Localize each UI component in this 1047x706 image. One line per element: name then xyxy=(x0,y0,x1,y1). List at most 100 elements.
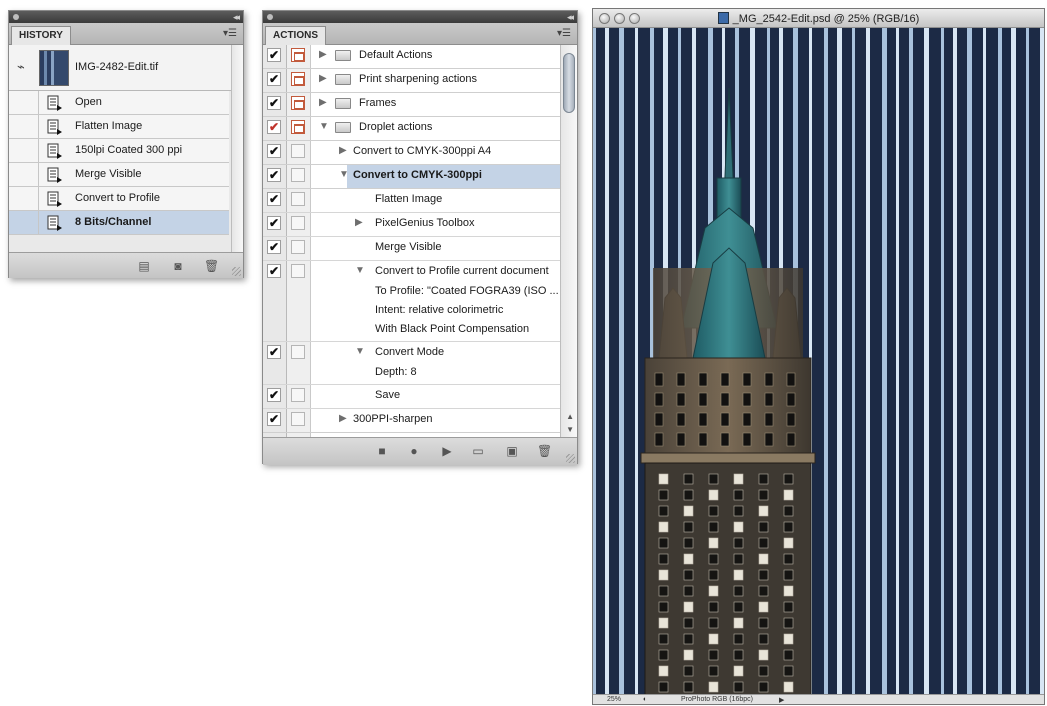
history-step[interactable]: Flatten Image xyxy=(9,115,229,139)
toggle-item-checkbox[interactable]: ✔ xyxy=(267,144,281,158)
action-item[interactable]: ✔ ▶ Convert to CMYK-300ppi A4 xyxy=(263,141,560,165)
toggle-dialog-checkbox[interactable] xyxy=(291,412,305,426)
toggle-item-checkbox[interactable]: ✔ xyxy=(267,72,281,86)
status-arrow-icon[interactable]: ▶ xyxy=(779,696,784,704)
disclosure-closed-icon[interactable]: ▶ xyxy=(319,97,327,108)
history-brush-source-toggle[interactable] xyxy=(13,187,39,210)
new-set-icon[interactable]: ▭ xyxy=(471,444,485,458)
disclosure-closed-icon[interactable]: ▶ xyxy=(355,217,363,228)
toggle-dialog-checkbox[interactable] xyxy=(291,216,305,230)
disclosure-closed-icon[interactable]: ▶ xyxy=(319,49,327,60)
toggle-dialog-checkbox[interactable] xyxy=(291,388,305,402)
actions-panel-titlebar[interactable]: ◂◂ xyxy=(263,11,577,23)
collapse-icon[interactable]: ◂◂ xyxy=(233,11,240,23)
action-set[interactable]: ✔ ▶ Default Actions xyxy=(263,45,560,69)
panel-menu-icon[interactable]: ▾☰ xyxy=(223,28,237,39)
toggle-dialog-checkbox[interactable] xyxy=(291,264,305,278)
image-canvas[interactable] xyxy=(593,28,1044,695)
action-command[interactable]: ✔ ▼ Convert to Profile current document To … xyxy=(263,261,560,342)
action-command[interactable]: ✔ Merge Visible xyxy=(263,237,560,261)
toggle-dialog-checkbox[interactable] xyxy=(291,72,305,86)
history-snapshot[interactable]: ⌁ IMG-2482-Edit.tif xyxy=(9,45,243,91)
scrollbar-thumb[interactable] xyxy=(563,53,575,113)
new-action-icon[interactable]: ▣ xyxy=(505,444,519,458)
trash-icon[interactable]: 🗑 xyxy=(204,259,219,273)
toggle-dialog-checkbox[interactable] xyxy=(291,168,305,182)
history-scrollbar[interactable] xyxy=(231,45,243,252)
zoom-level[interactable]: 25% xyxy=(607,696,621,703)
trash-icon[interactable]: 🗑 xyxy=(537,444,552,458)
toggle-dialog-checkbox[interactable] xyxy=(291,48,305,62)
tab-history[interactable]: HISTORY xyxy=(11,26,71,45)
action-set[interactable]: ✔ ▶ Print sharpening actions xyxy=(263,69,560,93)
toggle-dialog-checkbox[interactable] xyxy=(291,345,305,359)
scroll-down-arrow-icon[interactable]: ▼ xyxy=(566,425,574,434)
history-step[interactable]: 8 Bits/Channel xyxy=(9,211,229,235)
toggle-item-checkbox[interactable]: ✔ xyxy=(267,388,281,402)
history-brush-source-toggle[interactable] xyxy=(13,139,39,162)
history-brush-source-toggle[interactable] xyxy=(13,211,39,234)
toggle-item-checkbox[interactable]: ✔ xyxy=(267,264,281,278)
disclosure-closed-icon[interactable]: ▶ xyxy=(319,73,327,84)
history-brush-source-icon[interactable]: ⌁ xyxy=(17,59,33,75)
folder-icon xyxy=(335,50,351,61)
toggle-item-checkbox[interactable]: ✔ xyxy=(267,240,281,254)
action-item[interactable]: ✔ ▼ Convert to CMYK-300ppi xyxy=(263,165,560,189)
toggle-item-checkbox[interactable]: ✔ xyxy=(267,96,281,110)
history-brush-source-toggle[interactable] xyxy=(13,163,39,186)
action-detail: With Black Point Compensation xyxy=(375,323,530,335)
new-document-from-state-icon[interactable]: ▤ xyxy=(137,259,151,273)
history-step[interactable]: Merge Visible xyxy=(9,163,229,187)
toggle-item-checkbox[interactable]: ✔ xyxy=(267,216,281,230)
toggle-dialog-checkbox[interactable] xyxy=(291,192,305,206)
toggle-item-checkbox[interactable]: ✔ xyxy=(267,412,281,426)
history-brush-source-toggle[interactable] xyxy=(13,115,39,138)
scroll-up-arrow-icon[interactable]: ▲ xyxy=(566,412,574,421)
history-panel-titlebar[interactable]: ◂◂ xyxy=(9,11,243,23)
tower-window xyxy=(658,681,669,693)
status-menu-icon[interactable]: ◐ xyxy=(643,696,647,703)
disclosure-closed-icon[interactable]: ▶ xyxy=(339,145,347,156)
toggle-dialog-checkbox[interactable] xyxy=(291,144,305,158)
action-set[interactable]: ✔ ▶ Frames xyxy=(263,93,560,117)
tab-actions[interactable]: ACTIONS xyxy=(265,26,326,45)
history-step[interactable]: Open xyxy=(9,91,229,115)
actions-scrollbar[interactable]: ▲ ▼ xyxy=(560,45,577,437)
resize-grip[interactable] xyxy=(232,267,241,276)
toggle-dialog-checkbox[interactable] xyxy=(291,120,305,134)
toggle-item-checkbox[interactable]: ✔ xyxy=(267,192,281,206)
disclosure-closed-icon[interactable]: ▶ xyxy=(339,413,347,424)
action-command[interactable]: ✔ Save xyxy=(263,385,560,409)
resize-grip[interactable] xyxy=(566,454,575,463)
toggle-dialog-checkbox[interactable] xyxy=(291,240,305,254)
close-icon[interactable] xyxy=(267,14,273,20)
disclosure-open-icon[interactable]: ▼ xyxy=(355,346,365,357)
tower-window xyxy=(683,489,694,501)
collapse-icon[interactable]: ◂◂ xyxy=(567,11,574,23)
document-titlebar[interactable]: _MG_2542-Edit.psd @ 25% (RGB/16) xyxy=(593,9,1044,28)
record-icon[interactable]: ● xyxy=(407,444,421,458)
disclosure-open-icon[interactable]: ▼ xyxy=(355,265,365,276)
toggle-item-checkbox[interactable]: ✔ xyxy=(267,345,281,359)
toggle-dialog-checkbox[interactable] xyxy=(291,96,305,110)
history-step[interactable]: Convert to Profile xyxy=(9,187,229,211)
toggle-item-checkbox[interactable]: ✔ xyxy=(267,120,281,134)
history-step[interactable]: 150lpi Coated 300 ppi xyxy=(9,139,229,163)
action-command[interactable]: ✔ ▶ PixelGenius Toolbox xyxy=(263,213,560,237)
action-command[interactable]: ✔ Flatten Image xyxy=(263,189,560,213)
action-item[interactable]: ✔ ▶ 300PPI-sharpen xyxy=(263,409,560,433)
stop-icon[interactable]: ■ xyxy=(375,444,389,458)
glass-mullion-stripe xyxy=(593,28,596,695)
new-snapshot-icon[interactable]: ◙ xyxy=(171,259,185,273)
close-icon[interactable] xyxy=(13,14,19,20)
play-icon[interactable]: ▶ xyxy=(440,444,454,458)
action-set[interactable]: ✔ ▼ Droplet actions xyxy=(263,117,560,141)
toggle-item-checkbox[interactable]: ✔ xyxy=(267,48,281,62)
toggle-item-checkbox[interactable]: ✔ xyxy=(267,168,281,182)
panel-menu-icon[interactable]: ▾☰ xyxy=(557,28,571,39)
action-detail: Depth: 8 xyxy=(375,366,417,378)
disclosure-open-icon[interactable]: ▼ xyxy=(319,121,329,132)
disclosure-open-icon[interactable]: ▼ xyxy=(339,169,349,180)
history-brush-source-toggle[interactable] xyxy=(13,91,39,114)
action-command[interactable]: ✔ ▼ Convert Mode Depth: 8 xyxy=(263,342,560,385)
